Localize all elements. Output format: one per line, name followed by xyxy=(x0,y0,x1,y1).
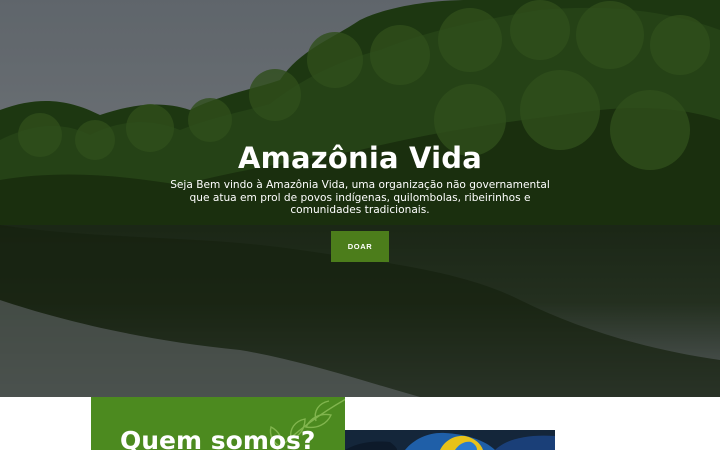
hero-title: Amazônia Vida xyxy=(237,141,483,175)
about-card: Quem somos? xyxy=(91,397,345,450)
about-section: Quem somos? xyxy=(0,397,720,450)
hero-section: Amazônia Vida Seja Bem vindo à Amazônia … xyxy=(0,0,720,397)
hero-description: Seja Bem vindo à Amazônia Vida, uma orga… xyxy=(170,179,550,217)
hero-content: Amazônia Vida Seja Bem vindo à Amazônia … xyxy=(160,138,560,262)
about-title: Quem somos? xyxy=(120,426,316,450)
donate-button[interactable]: DOAR xyxy=(331,230,389,262)
macaw-feathers-image xyxy=(345,430,555,450)
